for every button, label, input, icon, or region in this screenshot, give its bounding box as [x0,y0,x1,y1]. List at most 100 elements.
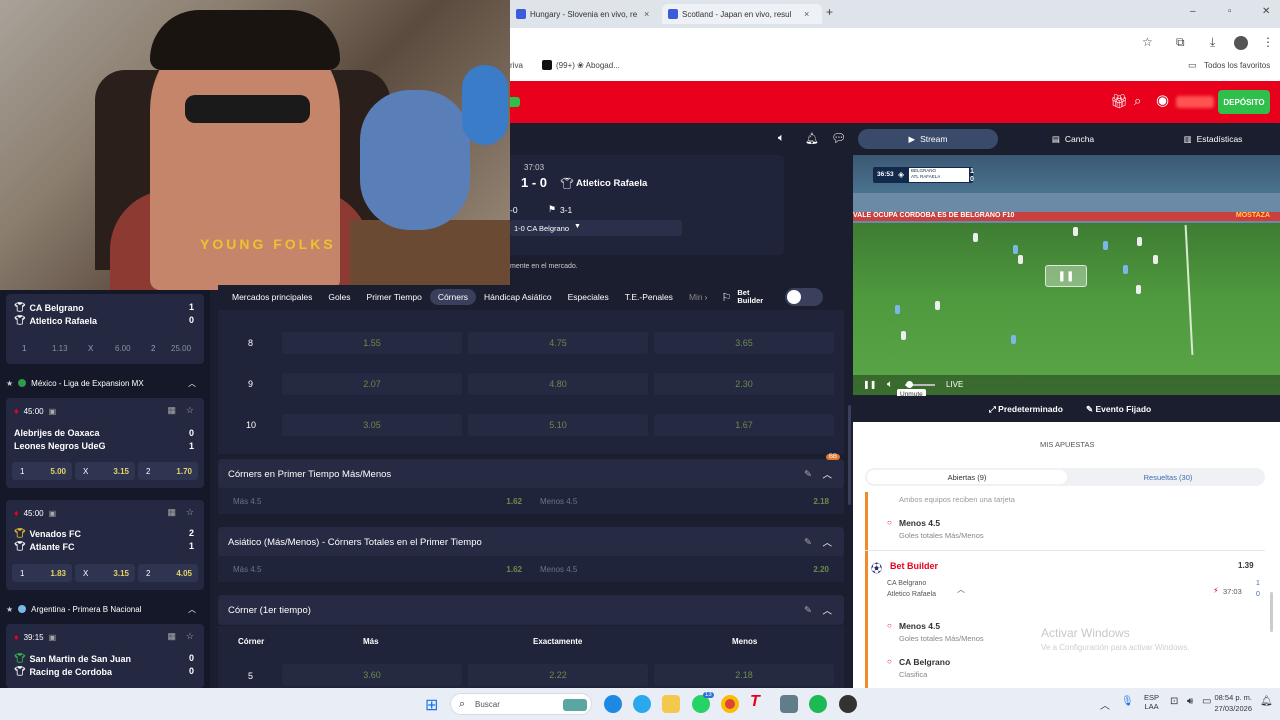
stats-icon[interactable]: ▦ [167,631,176,642]
chevron-right-icon[interactable]: › [705,292,708,302]
phone-link-icon[interactable]: ⊡ [1170,696,1178,707]
chevron-up-icon[interactable]: ︿ [822,535,832,549]
chevron-up-icon[interactable]: ︿ [957,584,965,595]
under-button[interactable]: Menos 4.5 2.20 [535,560,835,578]
close-tab-icon[interactable]: × [644,9,649,19]
pin-icon[interactable]: ✎ [804,469,812,480]
chevron-up-icon[interactable]: ︿ [1100,697,1110,712]
battery-icon[interactable]: ▭ [1202,696,1211,707]
odd-button-1[interactable]: 1 5.00 [12,462,72,480]
section-header-corner-1h[interactable]: Córner (1er tiempo) ✎ ︿ [218,595,844,625]
tab-specials[interactable]: Especiales [560,289,617,305]
file-explorer-icon[interactable] [662,695,680,713]
pause-overlay-button[interactable]: ❚❚ [1045,265,1087,287]
default-view-option[interactable]: ⤢ Predeterminado [989,404,1063,415]
deposit-button[interactable]: DEPÓSITO [1218,90,1270,114]
chevron-up-icon[interactable]: ︿ [822,467,832,481]
all-favorites-link[interactable]: Todos los favoritos [1204,61,1270,70]
under-button[interactable]: Menos 4.5 2.18 [535,492,835,510]
odd-button[interactable]: 1.67 [654,414,834,436]
chrome-icon[interactable] [721,695,739,713]
odd-value[interactable]: 25.00 [171,344,191,353]
tab-first-half[interactable]: Primer Tiempo [359,289,430,305]
odd-button-2[interactable]: 2 4.05 [138,564,198,582]
odd-button[interactable]: 4.80 [468,373,648,395]
section-header-asian-corners[interactable]: Asiático (Más/Menos) - Córners Totales e… [218,527,844,557]
odd-button[interactable]: 1.55 [282,332,462,354]
star-icon[interactable]: ★ [6,379,13,388]
pause-icon[interactable]: ❚❚ [863,380,876,389]
odd-button[interactable]: 5.10 [468,414,648,436]
odd-value[interactable]: 6.00 [115,344,131,353]
stats-icon[interactable]: ▦ [167,507,176,518]
chevron-up-icon[interactable]: ︿ [188,378,196,389]
tab-main-markets[interactable]: Mercados principales [224,289,320,305]
browser-tab-hungary[interactable]: Hungary - Slovenia en vivo, re × [510,4,660,24]
live-stream-video[interactable]: VALE OCUPA CORDOBA ES DE BELGRANO F10 MO… [853,155,1280,395]
bell-icon[interactable]: 🔔︎ [805,132,819,145]
pinned-event-option[interactable]: ✎ Evento Fijado [1086,404,1151,415]
telegram-icon[interactable] [633,695,651,713]
extensions-icon[interactable]: ⧉ [1176,35,1185,50]
profile-avatar[interactable] [1234,36,1248,50]
maximize-icon[interactable]: ▫ [1228,6,1232,17]
browser-tab-scotland[interactable]: Scotland - Japan en vivo, resul × [662,4,822,24]
tab-settled-bets[interactable]: Resueltas (30) [1075,470,1261,484]
tab-asian-handicap[interactable]: Hándicap Asiático [476,289,560,305]
over-button[interactable]: Más 4.5 1.62 [228,492,528,510]
odd-button-x[interactable]: X 3.15 [75,564,135,582]
volume-icon[interactable]: 🔈︎ [887,379,893,390]
close-window-icon[interactable]: ✕ [1262,6,1270,17]
volume-thumb[interactable] [906,381,913,388]
match-card-venados[interactable]: ♦ 45:00 ▣ ▦ ☆ 👕︎ Venados FC 2 👕︎ Atlante FC … [6,500,204,590]
tab-open-bets[interactable]: Abiertas (9) [867,470,1067,484]
odd-button[interactable]: 2.30 [654,373,834,395]
pin-icon[interactable]: ✎ [804,537,812,548]
odd-button-x[interactable]: X 3.15 [75,462,135,480]
spotify-icon[interactable] [809,695,827,713]
obs-icon[interactable] [839,695,857,713]
clock-time[interactable]: 08:54 p. m. [1212,693,1252,702]
pin-icon[interactable]: ✎ [804,605,812,616]
tab-more[interactable]: Min [681,289,705,305]
tab-corners[interactable]: Córners [429,289,477,305]
odd-button[interactable]: 2.07 [282,373,462,395]
notification-icon[interactable]: 🔔︎ [1260,696,1273,707]
chat-icon[interactable]: 💬︎ [831,131,846,145]
chevron-up-icon[interactable]: ︿ [822,603,832,617]
browser-menu-icon[interactable]: ⋮ [1262,35,1274,49]
search-icon[interactable]: ⌕ [1134,93,1141,109]
scorer-pill[interactable]: 1-0 CA Belgrano ▼ [510,220,682,236]
league-header-mx[interactable]: ★ México - Liga de Expansion MX ︿ [6,372,204,394]
star-icon[interactable]: ★ [6,605,13,614]
odd-button-2[interactable]: 2 1.70 [138,462,198,480]
odd-value[interactable]: 1.13 [52,344,68,353]
tab-stats[interactable]: ▥ Estadísticas [1143,129,1280,149]
close-tab-icon[interactable]: × [804,9,809,19]
clock-date[interactable]: 27/03/2026 [1212,704,1252,713]
windows-start-icon[interactable]: ⊞ [425,695,438,715]
speaker-icon[interactable]: 🔊︎ [1187,696,1193,707]
download-icon[interactable]: ⤓ [1210,35,1215,50]
language-indicator[interactable]: ESP LAA [1144,693,1159,711]
match-card-alebrijes[interactable]: ♦ 45:00 ▣ ▦ ☆ Alebrijes de Oaxaca 0 Leones… [6,398,204,488]
scrollbar-thumb[interactable] [1270,592,1273,632]
favorite-star-icon[interactable]: ☆ [186,507,194,518]
new-tab-button[interactable]: + [826,5,833,19]
section-header-1h-corners[interactable]: Córners en Primer Tiempo Más/Menos ✎ ︿ B… [218,454,844,489]
minimize-icon[interactable]: ‒ [1190,6,1196,17]
odd-button[interactable]: 2.22 [468,664,648,686]
odd-button-1[interactable]: 1 1.83 [12,564,72,582]
gift-icon[interactable]: 🎁︎ [1110,93,1128,110]
app-t-icon[interactable]: T [750,693,760,711]
odd-button[interactable]: 3.60 [282,664,462,686]
stats-icon[interactable]: ▦ [167,405,176,416]
microphone-icon[interactable]: 🎙︎ [1121,696,1134,707]
odd-button[interactable]: 4.75 [468,332,648,354]
league-header-ar[interactable]: ★ Argentina - Primera B Nacional ︿ [6,598,204,620]
odd-button[interactable]: 2.18 [654,664,834,686]
taskbar-search[interactable]: ⌕ Buscar [450,693,592,715]
match-card-belgrano[interactable]: 👕︎ CA Belgrano 1 👕︎ Atletico Rafaela 0 1 1… [6,294,204,364]
favorite-star-icon[interactable]: ☆ [186,405,194,416]
calculator-icon[interactable] [780,695,798,713]
